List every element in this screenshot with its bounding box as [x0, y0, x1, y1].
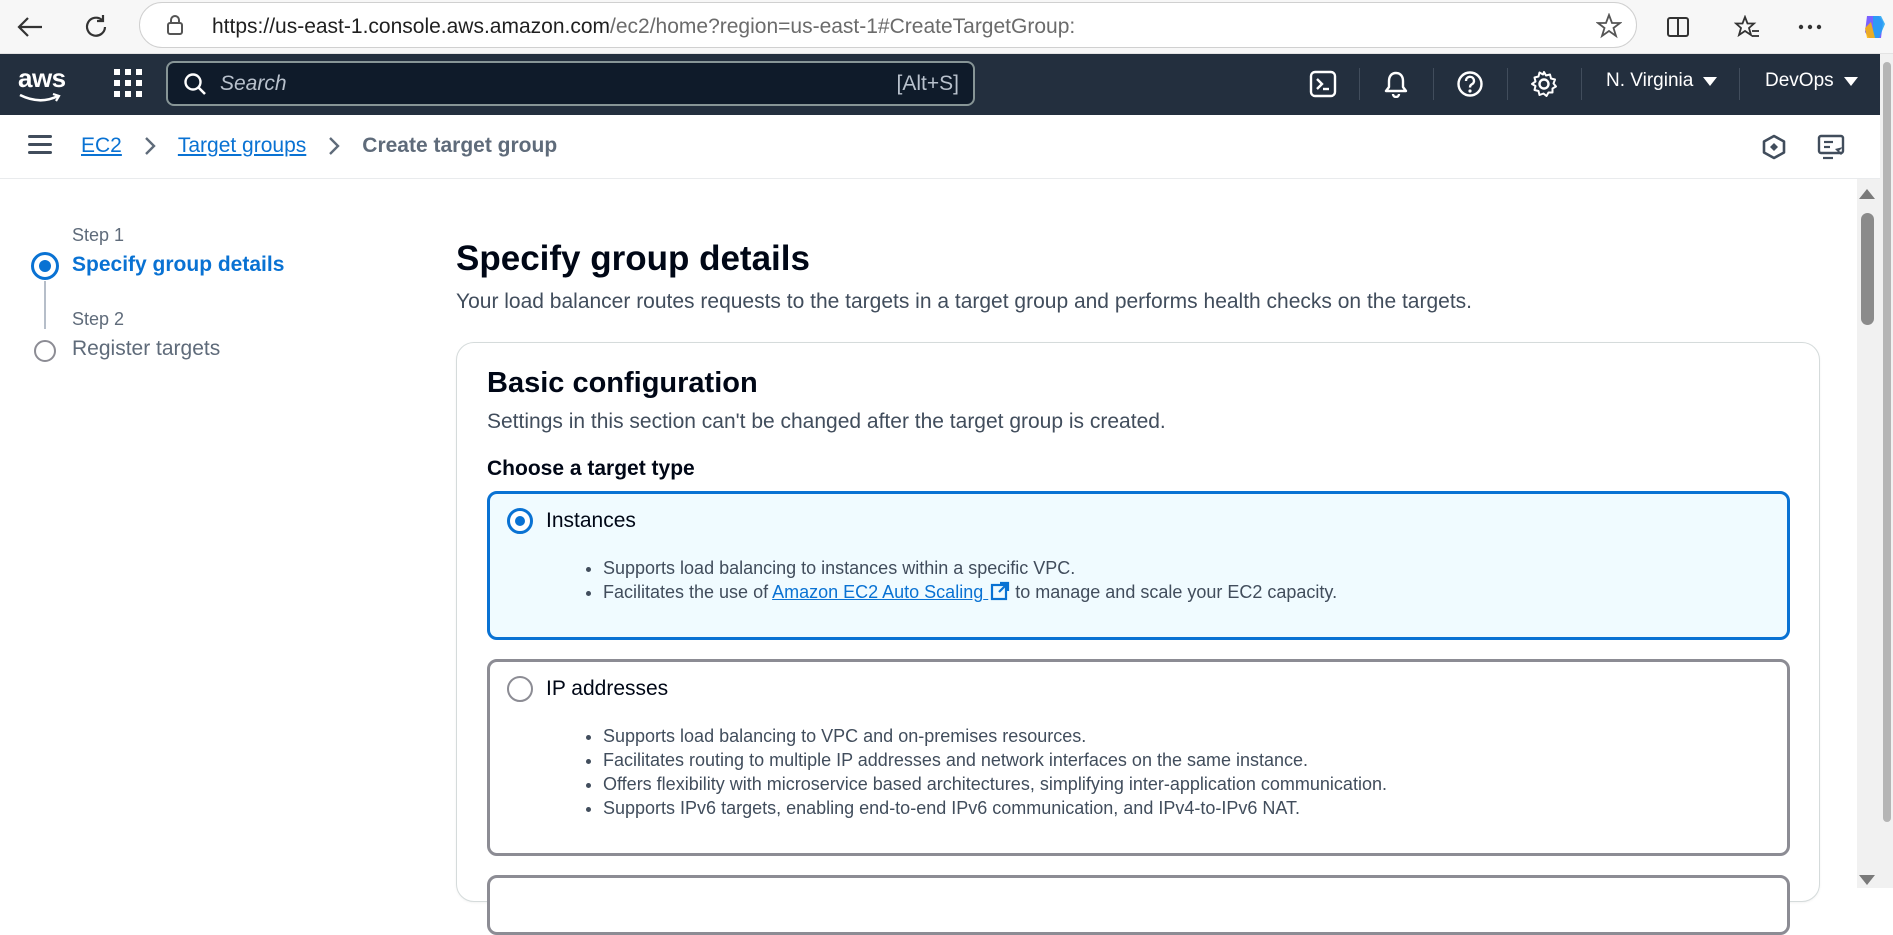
ec2-auto-scaling-link[interactable]: Amazon EC2 Auto Scaling [772, 581, 1010, 602]
target-type-label: Choose a target type [487, 457, 695, 480]
aws-top-navigation: aws [Alt+S] N. Virginia Dev [0, 54, 1880, 115]
caret-down-icon [1843, 76, 1858, 86]
help-icon[interactable] [1452, 66, 1488, 102]
breadcrumb-ec2-link[interactable]: EC2 [81, 134, 122, 158]
instances-option-label: Instances [546, 509, 636, 532]
target-type-next-tile[interactable] [487, 875, 1790, 935]
list-item: Supports load balancing to instances wit… [603, 556, 1337, 580]
instances-radio-button[interactable] [507, 508, 533, 534]
search-box[interactable]: [Alt+S] [166, 61, 975, 106]
more-options-icon[interactable] [1792, 9, 1828, 45]
aws-logo[interactable]: aws [18, 65, 70, 102]
account-menu[interactable]: DevOps [1765, 70, 1858, 92]
search-shortcut-hint: [Alt+S] [896, 72, 959, 95]
settings-gear-icon[interactable] [1526, 66, 1562, 102]
breadcrumb-current-page: Create target group [362, 134, 558, 157]
caret-down-icon [1703, 76, 1718, 86]
favorites-icon[interactable] [1729, 9, 1765, 45]
list-item: Facilitates routing to multiple IP addre… [603, 748, 1387, 772]
breadcrumb-target-groups-link[interactable]: Target groups [178, 134, 306, 158]
step-2-label: Register targets [72, 337, 221, 360]
content-scrollbar-thumb[interactable] [1861, 213, 1874, 325]
panel-description: Settings in this section can't be change… [487, 410, 1166, 433]
favorite-star-icon[interactable] [1595, 12, 1623, 44]
page-title: Specify group details [456, 239, 810, 278]
step-1-link[interactable]: Specify group details [72, 253, 284, 277]
instances-feature-list: Supports load balancing to instances wit… [603, 556, 1337, 604]
split-screen-icon[interactable] [1660, 9, 1696, 45]
step-active-indicator-icon [31, 252, 59, 280]
step-inactive-indicator-icon [34, 340, 56, 362]
side-navigation-menu-icon[interactable] [28, 135, 52, 155]
step-2-meta: Step 2 [72, 309, 125, 329]
url-text: https://us-east-1.console.aws.amazon.com… [212, 15, 1076, 38]
chevron-right-icon [144, 136, 156, 156]
back-arrow-icon[interactable] [12, 9, 48, 45]
step-connector [44, 281, 46, 329]
ip-addresses-option-label: IP addresses [546, 677, 669, 700]
lock-icon [166, 14, 184, 41]
scroll-down-arrow-icon[interactable] [1859, 875, 1875, 885]
list-item: Supports load balancing to VPC and on-pr… [603, 724, 1387, 748]
refresh-icon[interactable] [78, 9, 114, 45]
panel-title: Basic configuration [487, 367, 758, 399]
feedback-hexagon-icon[interactable] [1758, 131, 1790, 163]
target-type-ip-addresses-tile[interactable]: IP addresses Supports load balancing to … [487, 659, 1790, 856]
copilot-icon[interactable] [1856, 9, 1892, 45]
nav-divider [1739, 68, 1740, 100]
page-description: Your load balancer routes requests to th… [456, 290, 1473, 313]
browser-toolbar: https://us-east-1.console.aws.amazon.com… [0, 0, 1893, 54]
nav-divider [1433, 68, 1434, 100]
cloudshell-icon[interactable] [1305, 66, 1341, 102]
ip-addresses-radio-button[interactable] [507, 676, 533, 702]
search-icon [183, 72, 207, 101]
list-item: Supports IPv6 targets, enabling end-to-e… [603, 796, 1387, 820]
chevron-right-icon [328, 136, 340, 156]
list-item: Facilitates the use of Amazon EC2 Auto S… [603, 580, 1337, 604]
region-selector[interactable]: N. Virginia [1606, 70, 1718, 92]
step-1-meta: Step 1 [72, 225, 125, 245]
list-item: Offers flexibility with microservice bas… [603, 772, 1387, 796]
scroll-up-arrow-icon[interactable] [1859, 189, 1875, 199]
services-grid-icon[interactable] [113, 68, 145, 100]
notifications-bell-icon[interactable] [1378, 66, 1414, 102]
nav-divider [1359, 68, 1360, 100]
nav-divider [1507, 68, 1508, 100]
info-panel-icon[interactable] [1815, 131, 1847, 163]
external-link-icon [990, 581, 1010, 607]
aws-smile-icon [19, 92, 61, 102]
breadcrumb: EC2 Target groups Create target group [81, 134, 557, 158]
search-input[interactable] [220, 71, 820, 97]
target-type-instances-tile[interactable]: Instances Supports load balancing to ins… [487, 491, 1790, 640]
nav-divider [1581, 68, 1582, 100]
page-scrollbar-thumb[interactable] [1883, 62, 1891, 822]
basic-configuration-panel: Basic configuration Settings in this sec… [456, 342, 1820, 935]
breadcrumb-bar: EC2 Target groups Create target group [0, 115, 1880, 179]
ip-addresses-feature-list: Supports load balancing to VPC and on-pr… [603, 724, 1387, 820]
address-bar[interactable]: https://us-east-1.console.aws.amazon.com… [139, 2, 1637, 48]
